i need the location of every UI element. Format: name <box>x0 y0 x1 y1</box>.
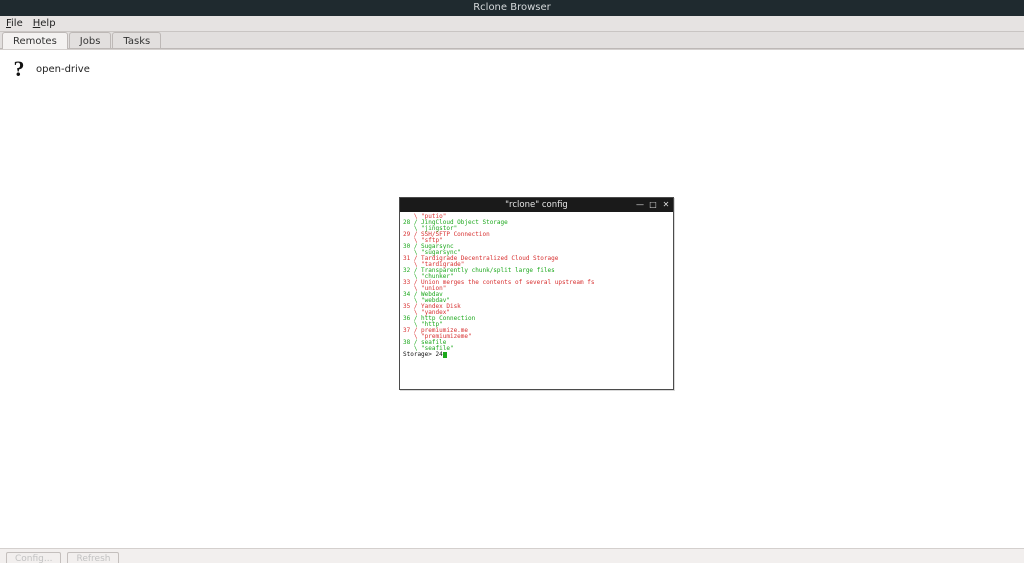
remote-label: open-drive <box>36 64 90 75</box>
close-icon[interactable]: ✕ <box>661 200 671 210</box>
tab-remotes[interactable]: Remotes <box>2 32 68 49</box>
bottom-bar: Config... Refresh <box>0 548 1024 563</box>
refresh-button[interactable]: Refresh <box>67 552 119 563</box>
config-button[interactable]: Config... <box>6 552 61 563</box>
terminal-title: "rclone" config <box>400 200 673 210</box>
tab-tasks[interactable]: Tasks <box>112 32 161 48</box>
window-titlebar: Rclone Browser <box>0 0 1024 16</box>
terminal-prompt[interactable]: Storage> 24 <box>403 352 670 358</box>
terminal-body[interactable]: \ "putio"28 / JingCloud Object Storage \… <box>400 212 673 360</box>
menu-help[interactable]: Help <box>33 18 56 29</box>
menu-file[interactable]: File <box>6 18 23 29</box>
window-title: Rclone Browser <box>473 2 551 13</box>
tabs-row: Remotes Jobs Tasks <box>0 32 1024 49</box>
terminal-titlebar[interactable]: "rclone" config — □ ✕ <box>400 198 673 212</box>
terminal-window: "rclone" config — □ ✕ \ "putio"28 / Jing… <box>399 197 674 390</box>
tab-jobs[interactable]: Jobs <box>69 32 112 48</box>
cursor-icon <box>443 352 447 358</box>
remote-item[interactable]: ? open-drive <box>6 56 94 82</box>
maximize-icon[interactable]: □ <box>648 200 658 210</box>
menubar: File Help <box>0 16 1024 32</box>
question-mark-icon: ? <box>10 58 28 80</box>
minimize-icon[interactable]: — <box>635 200 645 210</box>
